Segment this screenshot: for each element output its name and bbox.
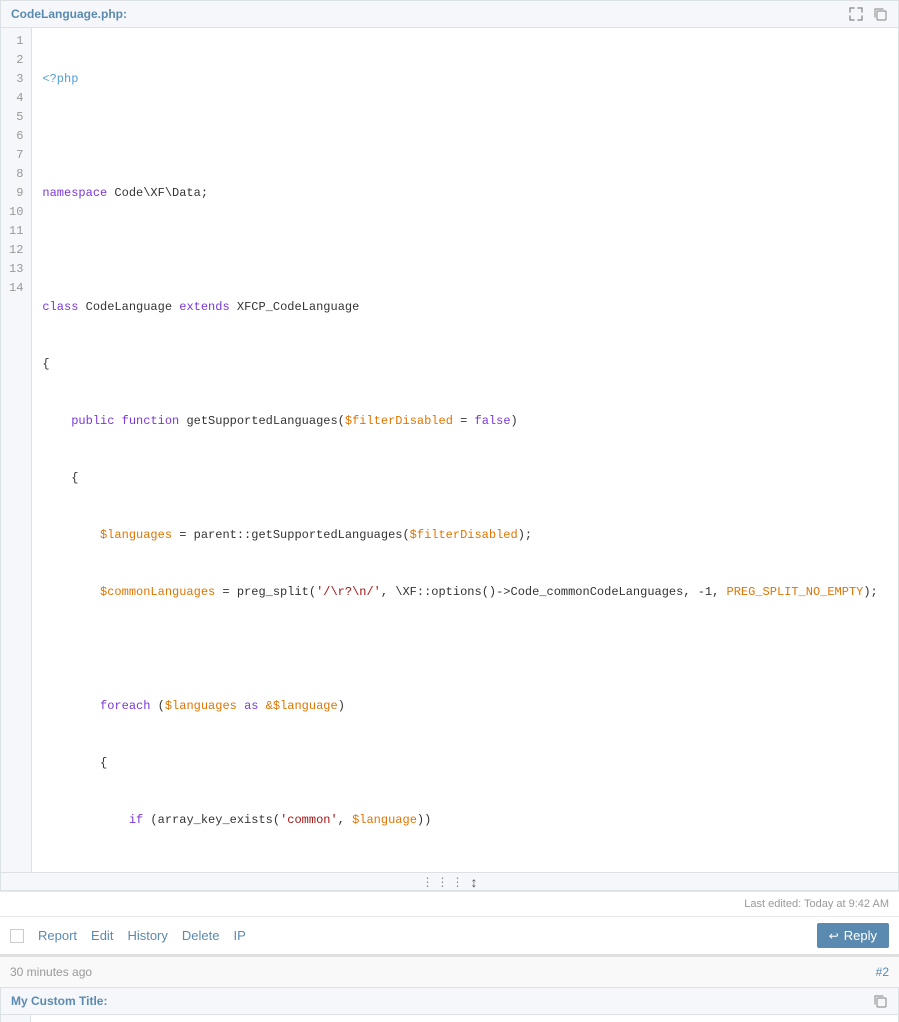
second-code-header: My Custom Title:	[1, 988, 898, 1015]
code-line-4	[42, 241, 888, 260]
expand-icon[interactable]	[848, 6, 864, 22]
last-edited-text: Last edited: Today at 9:42 AM	[744, 898, 889, 910]
copy-icon[interactable]	[872, 6, 888, 22]
code-header-icons	[848, 6, 888, 22]
code-line-1: <?php	[42, 70, 888, 89]
code-line-10: $commonLanguages = preg_split('/\r?\n/',…	[42, 583, 888, 602]
code-line-14: if (array_key_exists('common', $language…	[42, 811, 888, 830]
reply-button[interactable]: ↩ Reply	[817, 923, 889, 948]
post-meta: Last edited: Today at 9:42 AM	[0, 891, 899, 916]
second-copy-icon[interactable]	[872, 993, 888, 1009]
page-wrapper: CodeLanguage.php: 1	[0, 0, 899, 1022]
post-time: 30 minutes ago	[10, 965, 92, 979]
delete-link[interactable]: Delete	[182, 928, 220, 943]
second-line-numbers: 1	[1, 1015, 31, 1022]
history-link[interactable]: History	[127, 928, 167, 943]
post-timestamp-bar: 30 minutes ago #2	[0, 954, 899, 987]
code-line-7: public function getSupportedLanguages($f…	[42, 412, 888, 431]
second-code-body: 1 <? .... ?>	[1, 1015, 898, 1022]
line-numbers: 1 2 3 4 5 6 7 8 9 10 11 12 13 14	[1, 28, 32, 872]
post-actions: Report Edit History Delete IP ↩ Reply	[0, 916, 899, 954]
resize-handle[interactable]: ⋮⋮⋮ ↕	[1, 872, 898, 890]
reply-label: Reply	[844, 928, 877, 943]
code-body: 1 2 3 4 5 6 7 8 9 10 11 12 13 14 <?php n…	[1, 28, 898, 872]
code-header: CodeLanguage.php:	[1, 1, 898, 28]
reply-arrow-icon: ↩	[829, 929, 839, 943]
code-line-3: namespace Code\XF\Data;	[42, 184, 888, 203]
code-line-2	[42, 127, 888, 146]
code-line-9: $languages = parent::getSupportedLanguag…	[42, 526, 888, 545]
second-code-content: <? .... ?>	[31, 1015, 898, 1022]
post-actions-left: Report Edit History Delete IP	[10, 928, 246, 943]
code-line-6: {	[42, 355, 888, 374]
code-line-11	[42, 640, 888, 659]
code-line-8: {	[42, 469, 888, 488]
first-code-block: CodeLanguage.php: 1	[0, 0, 899, 891]
second-code-block: My Custom Title: 1 <? .... ?>	[0, 987, 899, 1022]
ip-link[interactable]: IP	[233, 928, 245, 943]
code-line-12: foreach ($languages as &$language)	[42, 697, 888, 716]
code-line-13: {	[42, 754, 888, 773]
second-code-filename: My Custom Title:	[11, 994, 107, 1008]
post-number: #2	[876, 965, 889, 979]
edit-link[interactable]: Edit	[91, 928, 113, 943]
resize-dots-icon: ⋮⋮⋮	[422, 875, 467, 889]
code-filename: CodeLanguage.php:	[11, 7, 127, 21]
code-content: <?php namespace Code\XF\Data; class Code…	[32, 28, 898, 872]
report-link[interactable]: Report	[38, 928, 77, 943]
select-checkbox[interactable]	[10, 929, 24, 943]
code-line-5: class CodeLanguage extends XFCP_CodeLang…	[42, 298, 888, 317]
resize-cursor-icon: ↕	[471, 874, 478, 890]
